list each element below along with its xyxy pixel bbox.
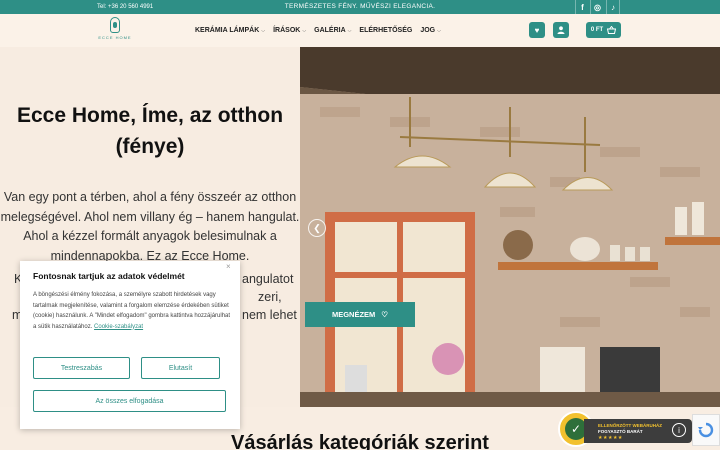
heart-icon: ♥	[534, 25, 540, 35]
info-icon[interactable]: i	[672, 423, 686, 437]
cookie-body: A böngészési élmény fokozása, a személyr…	[33, 290, 233, 332]
chevron-down-icon: ⌵	[261, 27, 266, 34]
hero-description: Van egy pont a térben, ahol a fény össze…	[0, 190, 300, 263]
nav-item-gallery[interactable]: GALÉRIA ⌵	[314, 27, 351, 34]
cta-label: MEGNÉZEM	[331, 310, 376, 319]
lamp-logo-icon	[110, 17, 120, 33]
nav-label: KERÁMIA LÁMPÁK	[195, 27, 260, 34]
nav-item-writings[interactable]: ÍRÁSOK ⌵	[273, 27, 306, 34]
facebook-icon[interactable]: f	[575, 0, 589, 14]
cart-total: 0 FT	[590, 27, 604, 33]
main-nav: KERÁMIA LÁMPÁK ⌵ ÍRÁSOK ⌵ GALÉRIA ⌵ ELÉRHET…	[195, 27, 441, 34]
wishlist-button[interactable]: ♥	[529, 22, 545, 38]
tiktok-icon[interactable]: ♪	[606, 0, 620, 14]
view-button[interactable]: MEGNÉZEM ♡	[305, 302, 415, 327]
hero-kitchen-photo	[300, 47, 720, 407]
logo-text: ECCE HOME	[98, 35, 132, 40]
customize-button[interactable]: Testreszabás	[33, 357, 130, 379]
trusted-shop-badge[interactable]: ✓ ELLENŐRZÖTT WEBÁRUHÁZ FOGYASZTÓ BARÁT …	[558, 411, 692, 447]
hero-title: Ecce Home, Íme, az otthon (fénye)	[16, 104, 284, 158]
logo[interactable]: ECCE HOME	[96, 17, 134, 45]
nav-item-legal[interactable]: JOG ⌵	[420, 27, 441, 34]
nav-label: ELÉRHETŐSÉG	[359, 27, 413, 34]
heart-outline-icon: ♡	[381, 310, 389, 319]
nav-item-contact[interactable]: ELÉRHETŐSÉG	[359, 27, 412, 34]
nav-label: JOG	[420, 27, 436, 34]
instagram-icon[interactable]: ◎	[590, 0, 604, 14]
reject-button[interactable]: Elutasít	[141, 357, 220, 379]
hero-text-fragment: zeri,	[258, 290, 282, 304]
cookie-consent-dialog: × Fontosnak tartjuk az adatok védelmét A…	[20, 261, 240, 429]
cookie-title: Fontosnak tartjuk az adatok védelmét	[33, 271, 185, 281]
chevron-down-icon: ⌵	[437, 27, 441, 34]
nav-label: ÍRÁSOK	[273, 27, 301, 34]
chevron-down-icon: ⌵	[302, 27, 307, 34]
badge-panel: ELLENŐRZÖTT WEBÁRUHÁZ FOGYASZTÓ BARÁT ★★…	[584, 419, 692, 443]
nav-item-ceramic-lamps[interactable]: KERÁMIA LÁMPÁK ⌵	[195, 27, 265, 34]
recaptcha-icon[interactable]	[692, 414, 720, 446]
cookie-policy-link[interactable]: Cookie-szabályzat	[94, 324, 143, 330]
hero-text-fragment: angulatot	[242, 272, 294, 286]
chevron-down-icon: ⌵	[347, 27, 352, 34]
cart-button[interactable]: 0 FT	[586, 22, 621, 38]
accept-all-button[interactable]: Az összes elfogadása	[33, 390, 226, 412]
hero-text-fragment: nem lehet	[242, 308, 297, 322]
site-header: ECCE HOME KERÁMIA LÁMPÁK ⌵ ÍRÁSOK ⌵ GALÉRI…	[0, 14, 720, 47]
nav-label: GALÉRIA	[314, 27, 346, 34]
basket-icon	[607, 26, 617, 34]
slider-prev-button[interactable]: ❮	[308, 219, 326, 237]
account-button[interactable]	[553, 22, 569, 38]
close-icon[interactable]: ×	[226, 262, 231, 271]
top-bar: Tel: +36 20 560 4991 TERMÉSZETES FÉNY. M…	[0, 0, 720, 14]
chevron-left-icon: ❮	[313, 222, 321, 233]
user-icon	[557, 26, 565, 34]
